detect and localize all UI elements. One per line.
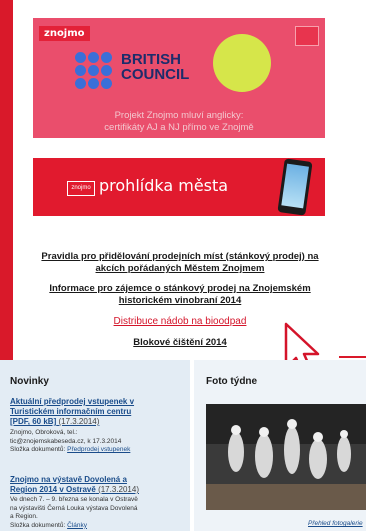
link-wine-festival-info[interactable]: Informace pro zájemce o stánkový prodej …: [34, 283, 326, 307]
city-tour-title: prohlídka města: [99, 176, 229, 195]
znojmo-small-logo: znojmo: [67, 181, 95, 196]
council-line-2: COUNCIL: [121, 66, 190, 83]
caption-line-1: Projekt Znojmo mluví anglicky:: [114, 110, 244, 121]
photo-heading: Foto týdne: [206, 376, 258, 387]
news-heading: Novinky: [10, 376, 49, 387]
section-label: Složka dokumentů:: [10, 521, 66, 529]
link-line: historickém vinobraní 2014: [118, 295, 242, 306]
project-caption: Projekt Znojmo mluví anglicky: certifiká…: [33, 110, 325, 134]
british-council-logo: BRITISH COUNCIL: [75, 46, 195, 94]
goethe-circle-logo: [213, 34, 271, 92]
news-date: (17.3.2014): [58, 417, 100, 426]
news-item-text: Ve dnech 7. – 9. března se konala v Ostr…: [10, 496, 180, 530]
znojmo-logo: znojmo: [39, 26, 90, 41]
news-item-title[interactable]: Aktuální předprodej vstupenek v Turistic…: [10, 397, 134, 427]
link-line: Informace pro zájemce o stánkový prodej …: [49, 283, 311, 294]
link-line: akcích pořádaných Městem Znojmem: [95, 263, 265, 274]
title-line: Turistickém informačním centru: [10, 407, 132, 416]
link-stall-rules[interactable]: Pravidla pro přidělování prodejních míst…: [34, 251, 326, 275]
dots-icon: [75, 52, 113, 89]
text-line: Znojmo, Obroková, tel.:: [10, 429, 78, 436]
title-line: Aktuální předprodej vstupenek v: [10, 397, 135, 406]
section-label: Složka dokumentů:: [10, 446, 66, 453]
text-line: na výstavišti Černá Louka výstava Dovole…: [10, 504, 138, 512]
text-line: tic@znojemskabeseda.cz, k 17.3.2014: [10, 437, 122, 445]
left-accent-bar: [0, 0, 13, 360]
city-tour-banner[interactable]: znojmo prohlídka města: [33, 158, 325, 216]
title-line: Region 2014 v Ostravě: [10, 485, 96, 494]
title-line: Znojmo na výstavě Dovolená a: [10, 475, 127, 484]
text-line: Ve dnech 7. – 9. března se konala v Ostr…: [10, 496, 138, 503]
council-line-1: BRITISH: [121, 51, 181, 68]
photo-of-week[interactable]: [206, 404, 366, 510]
news-item-text: Znojmo, Obroková, tel.: tic@znojemskabes…: [10, 429, 180, 455]
project-banner[interactable]: znojmo BRITISH COUNCIL Projekt Znojmo ml…: [33, 18, 325, 138]
text-line: a Region.: [10, 513, 38, 520]
caption-line-2: certifikáty AJ a NJ přímo ve Znojmě: [104, 122, 254, 133]
gallery-link[interactable]: Přehled fotogalerie: [308, 520, 363, 527]
title-line: [PDF, 60 kB]: [10, 417, 57, 426]
link-line: Pravidla pro přidělování prodejních míst…: [41, 251, 319, 262]
smartphone-icon: [277, 158, 313, 216]
news-item-title[interactable]: Znojmo na výstavě Dovolená a Region 2014…: [10, 475, 139, 495]
section-link[interactable]: Předprodej vstupenek: [67, 446, 130, 453]
news-date: (17.3.2014): [98, 485, 139, 494]
partner-logo: [295, 26, 319, 46]
section-link[interactable]: Články: [67, 522, 87, 529]
dancers-photo: [206, 404, 366, 510]
divider: [339, 356, 366, 358]
